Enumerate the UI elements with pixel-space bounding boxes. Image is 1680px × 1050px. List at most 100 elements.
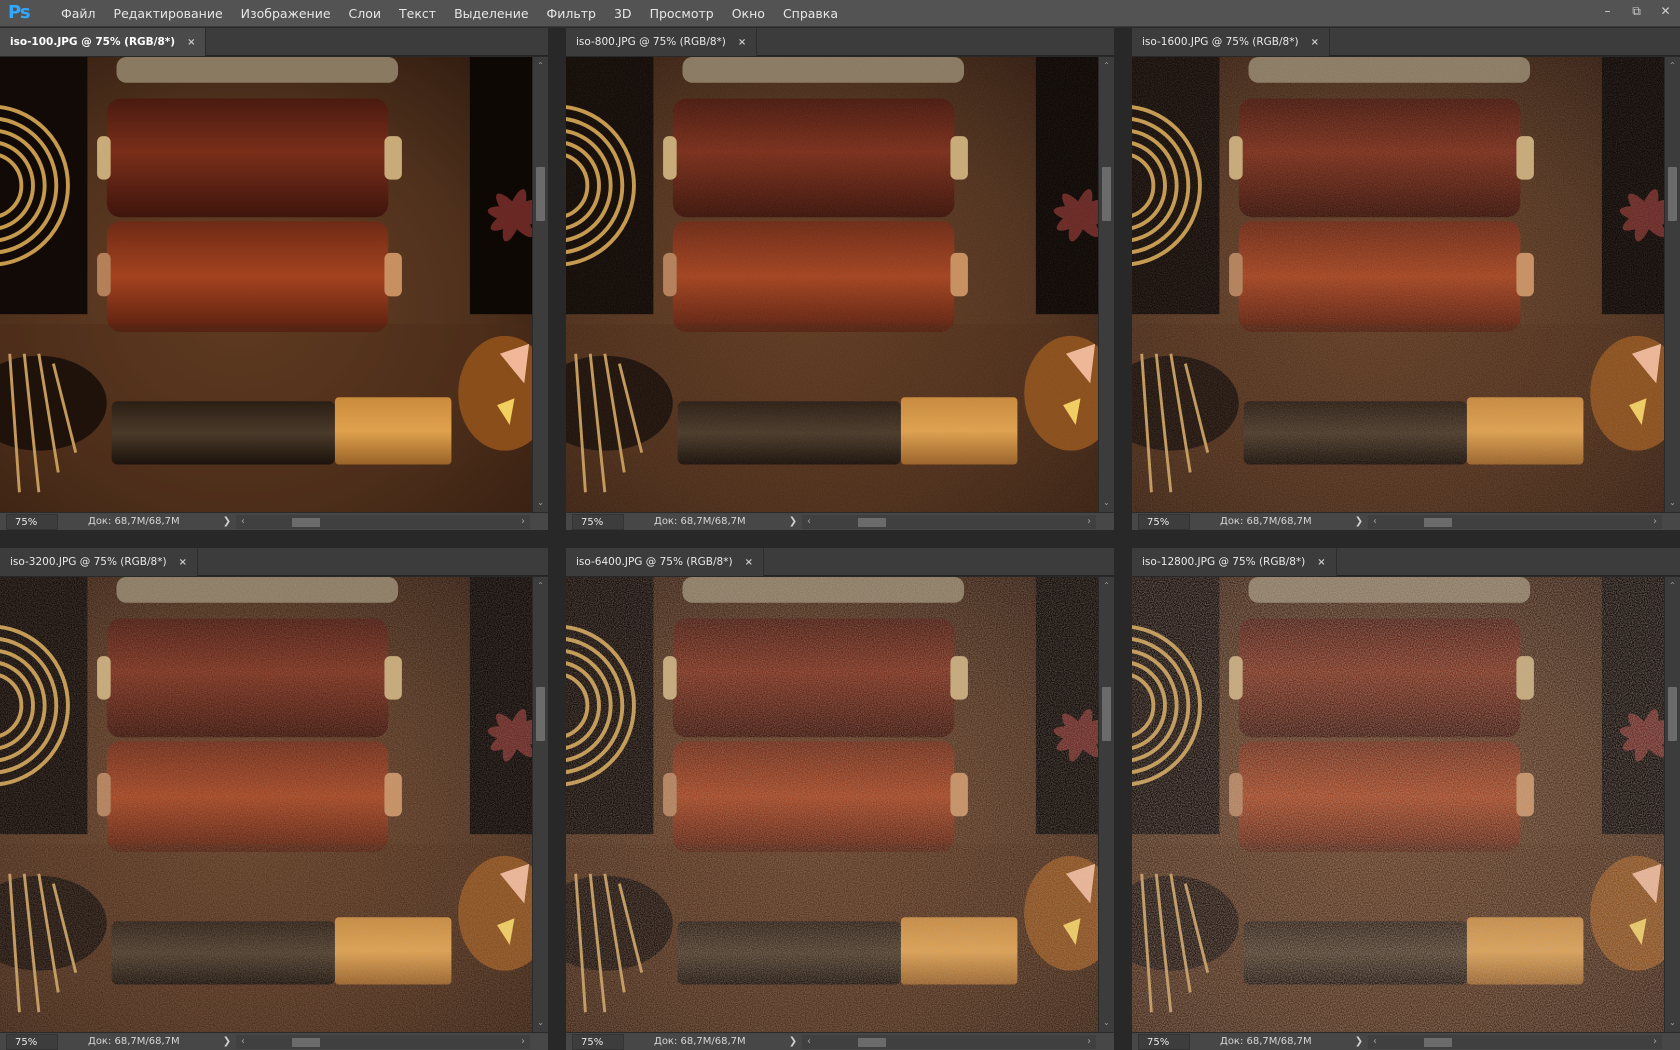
vertical-scrollbar[interactable]: ⌃ ⌄ (1098, 577, 1114, 1032)
scroll-left-icon[interactable]: ‹ (236, 1035, 250, 1049)
zoom-level-field[interactable]: 75% (1138, 1033, 1190, 1050)
image-canvas[interactable] (566, 57, 1098, 512)
menu-3d[interactable]: 3D (605, 0, 641, 27)
zoom-level-field[interactable]: 75% (6, 513, 58, 530)
menu-view[interactable]: Просмотр (641, 0, 723, 27)
document-tab-title: iso-12800.JPG @ 75% (RGB/8*) (1142, 556, 1306, 568)
horizontal-scrollbar[interactable]: ‹ › (1368, 1034, 1662, 1049)
scroll-left-icon[interactable]: ‹ (802, 515, 816, 529)
scroll-up-icon[interactable]: ⌃ (533, 579, 548, 593)
scroll-down-icon[interactable]: ⌄ (1099, 496, 1114, 510)
scroll-up-icon[interactable]: ⌃ (1665, 579, 1680, 593)
horizontal-scroll-thumb[interactable] (858, 517, 886, 527)
document-tab[interactable]: iso-1600.JPG @ 75% (RGB/8*) × (1132, 28, 1330, 56)
document-window-1: iso-100.JPG @ 75% (RGB/8*) × ⌃ ⌄ 75% Док… (0, 28, 548, 530)
vertical-scroll-thumb[interactable] (1668, 167, 1677, 221)
scroll-down-icon[interactable]: ⌄ (533, 1016, 548, 1030)
menu-filter[interactable]: Фильтр (538, 0, 605, 27)
document-tab[interactable]: iso-100.JPG @ 75% (RGB/8*) × (0, 28, 207, 56)
vertical-scrollbar[interactable]: ⌃ ⌄ (1664, 577, 1680, 1032)
vertical-scroll-thumb[interactable] (1668, 687, 1677, 741)
horizontal-scrollbar[interactable]: ‹ › (1368, 514, 1662, 529)
horizontal-scrollbar[interactable]: ‹ › (802, 1034, 1096, 1049)
document-tab-title: iso-6400.JPG @ 75% (RGB/8*) (576, 556, 733, 568)
scroll-down-icon[interactable]: ⌄ (1099, 1016, 1114, 1030)
vertical-scroll-thumb[interactable] (536, 687, 545, 741)
document-tab[interactable]: iso-12800.JPG @ 75% (RGB/8*) × (1132, 548, 1337, 576)
vertical-scroll-thumb[interactable] (1102, 687, 1111, 741)
minimize-button[interactable]: – (1593, 0, 1622, 22)
zoom-level-field[interactable]: 75% (6, 1033, 58, 1050)
document-tab[interactable]: iso-800.JPG @ 75% (RGB/8*) × (566, 28, 758, 56)
close-window-button[interactable]: ✕ (1651, 0, 1680, 22)
horizontal-scroll-thumb[interactable] (1424, 517, 1452, 527)
scroll-up-icon[interactable]: ⌃ (1665, 59, 1680, 73)
vertical-scroll-thumb[interactable] (1102, 167, 1111, 221)
photoshop-logo[interactable]: Ps (8, 2, 38, 24)
document-tab[interactable]: iso-6400.JPG @ 75% (RGB/8*) × (566, 548, 764, 576)
scroll-up-icon[interactable]: ⌃ (533, 59, 548, 73)
scroll-right-icon[interactable]: › (516, 515, 530, 529)
image-canvas[interactable] (1132, 577, 1664, 1032)
menu-layers[interactable]: Слои (340, 0, 391, 27)
scroll-up-icon[interactable]: ⌃ (1099, 579, 1114, 593)
vertical-scroll-thumb[interactable] (536, 167, 545, 221)
scroll-down-icon[interactable]: ⌄ (533, 496, 548, 510)
document-tab[interactable]: iso-3200.JPG @ 75% (RGB/8*) × (0, 548, 198, 576)
close-icon[interactable]: × (745, 557, 753, 568)
vertical-scrollbar[interactable]: ⌃ ⌄ (532, 57, 548, 512)
scroll-left-icon[interactable]: ‹ (236, 515, 250, 529)
restore-button[interactable]: ⧉ (1622, 0, 1651, 22)
close-icon[interactable]: × (187, 37, 195, 48)
tab-strip: iso-12800.JPG @ 75% (RGB/8*) × (1132, 548, 1680, 576)
scroll-right-icon[interactable]: › (1648, 515, 1662, 529)
menu-edit[interactable]: Редактирование (105, 0, 232, 27)
image-canvas[interactable] (566, 577, 1098, 1032)
image-canvas[interactable] (0, 57, 532, 512)
close-icon[interactable]: × (738, 37, 746, 48)
status-menu-icon[interactable]: ❯ (218, 516, 236, 527)
horizontal-scrollbar[interactable]: ‹ › (236, 1034, 530, 1049)
status-menu-icon[interactable]: ❯ (1350, 1036, 1368, 1047)
menu-window[interactable]: Окно (723, 0, 774, 27)
scroll-right-icon[interactable]: › (1082, 1035, 1096, 1049)
status-menu-icon[interactable]: ❯ (784, 516, 802, 527)
image-canvas[interactable] (0, 577, 532, 1032)
tab-strip: iso-800.JPG @ 75% (RGB/8*) × (566, 28, 1114, 56)
scroll-up-icon[interactable]: ⌃ (1099, 59, 1114, 73)
scroll-right-icon[interactable]: › (1648, 1035, 1662, 1049)
scroll-left-icon[interactable]: ‹ (1368, 515, 1382, 529)
close-icon[interactable]: × (1317, 557, 1325, 568)
horizontal-scroll-thumb[interactable] (292, 1037, 320, 1047)
menu-file[interactable]: Файл (52, 0, 105, 27)
document-window-6: iso-12800.JPG @ 75% (RGB/8*) × ⌃ ⌄ 75% Д… (1132, 548, 1680, 1050)
menu-image[interactable]: Изображение (232, 0, 340, 27)
horizontal-scrollbar[interactable]: ‹ › (236, 514, 530, 529)
menu-type[interactable]: Текст (390, 0, 445, 27)
vertical-scrollbar[interactable]: ⌃ ⌄ (1664, 57, 1680, 512)
zoom-level-field[interactable]: 75% (1138, 513, 1190, 530)
tab-strip: iso-3200.JPG @ 75% (RGB/8*) × (0, 548, 548, 576)
status-menu-icon[interactable]: ❯ (1350, 516, 1368, 527)
horizontal-scroll-thumb[interactable] (858, 1037, 886, 1047)
status-menu-icon[interactable]: ❯ (784, 1036, 802, 1047)
menu-select[interactable]: Выделение (445, 0, 537, 27)
image-canvas[interactable] (1132, 57, 1664, 512)
zoom-level-field[interactable]: 75% (572, 513, 624, 530)
horizontal-scrollbar[interactable]: ‹ › (802, 514, 1096, 529)
vertical-scrollbar[interactable]: ⌃ ⌄ (532, 577, 548, 1032)
scroll-down-icon[interactable]: ⌄ (1665, 1016, 1680, 1030)
status-menu-icon[interactable]: ❯ (218, 1036, 236, 1047)
close-icon[interactable]: × (1311, 37, 1319, 48)
horizontal-scroll-thumb[interactable] (1424, 1037, 1452, 1047)
menu-help[interactable]: Справка (774, 0, 847, 27)
zoom-level-field[interactable]: 75% (572, 1033, 624, 1050)
vertical-scrollbar[interactable]: ⌃ ⌄ (1098, 57, 1114, 512)
scroll-down-icon[interactable]: ⌄ (1665, 496, 1680, 510)
scroll-left-icon[interactable]: ‹ (1368, 1035, 1382, 1049)
horizontal-scroll-thumb[interactable] (292, 517, 320, 527)
scroll-right-icon[interactable]: › (516, 1035, 530, 1049)
scroll-right-icon[interactable]: › (1082, 515, 1096, 529)
close-icon[interactable]: × (179, 557, 187, 568)
scroll-left-icon[interactable]: ‹ (802, 1035, 816, 1049)
